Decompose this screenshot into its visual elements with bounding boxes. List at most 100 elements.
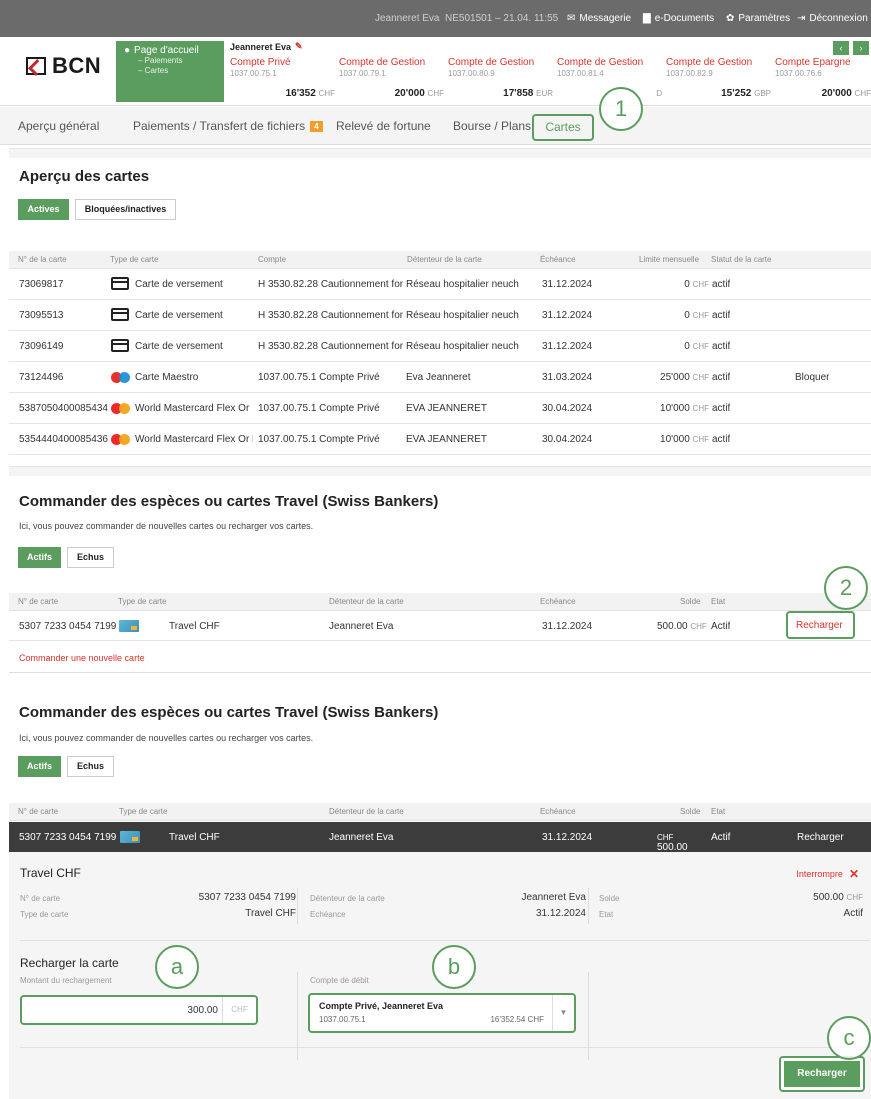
amount-currency: CHF: [222, 997, 256, 1023]
account-holder-name: Jeanneret Eva: [230, 41, 292, 52]
account-tile[interactable]: Compte de Gestion 1037.00.82.9 15'252 GB…: [666, 57, 771, 102]
pencil-icon[interactable]: ✎: [295, 41, 303, 52]
val-status: Actif: [843, 908, 863, 919]
tab-echus[interactable]: Echus: [67, 756, 114, 777]
home-sub-paiements[interactable]: – Paiements: [124, 56, 216, 66]
gear-icon: ✿: [726, 13, 735, 24]
tab-echus[interactable]: Echus: [67, 547, 114, 568]
account-tile[interactable]: Compte de Gestion 1037.00.80.9 17'858 EU…: [448, 57, 553, 102]
tab-actifs[interactable]: Actifs: [18, 547, 61, 568]
account-number: 1037.00.82.9: [666, 69, 713, 78]
callout-b: b: [432, 945, 476, 989]
amount-input[interactable]: 300.00 CHF: [20, 995, 258, 1025]
parametres-link[interactable]: ✿ Paramètres: [726, 13, 790, 24]
travel-section-subtitle: Ici, vous pouvez commander de nouvelles …: [19, 733, 314, 743]
separator: [297, 888, 298, 924]
card-account: H 3530.82.28 Cautionnement fon: [258, 341, 403, 352]
tab-releve-fortune[interactable]: Relevé de fortune: [336, 119, 431, 133]
account-tile[interactable]: Compte Epargne 1037.00.76.6 20'000 CHF: [775, 57, 871, 102]
tab-cartes[interactable]: Cartes: [532, 114, 594, 141]
deconnexion-link[interactable]: ⇥ Déconnexion: [797, 13, 868, 24]
table-row[interactable]: 73069817 Carte de versement H 3530.82.28 C…: [9, 269, 871, 300]
tab-actifs[interactable]: Actifs: [18, 756, 61, 777]
close-icon: ✕: [848, 867, 859, 881]
card-balance: 500.00 CHF: [657, 833, 688, 853]
card-type: Carte de versement: [135, 279, 223, 290]
recharge-button[interactable]: Recharger: [786, 611, 855, 639]
table-row[interactable]: 73095513 Carte de versement H 3530.82.28 C…: [9, 300, 871, 331]
selected-table-row[interactable]: 5307 7233 0454 7199 Travel CHF Jeanneret…: [9, 822, 871, 853]
card-number: 73124496: [19, 372, 64, 383]
card-type: Carte de versement: [135, 341, 223, 352]
col-header: Limite mensuelle: [639, 255, 700, 264]
tab-actives[interactable]: Actives: [18, 199, 69, 220]
table-row[interactable]: 5354440400085436 World Mastercard Flex Or…: [9, 424, 871, 455]
account-balance: 20'000 CHF: [394, 88, 444, 99]
table-row[interactable]: 73124496 Carte Maestro 1037.00.75.1 Compte…: [9, 362, 871, 393]
bcn-logo[interactable]: BCN: [26, 53, 101, 79]
edocuments-link[interactable]: ▇ e-Documents: [643, 13, 714, 24]
card-status: actif: [712, 403, 731, 414]
card-status: actif: [712, 434, 731, 445]
card-number: 5387050400085434: [19, 403, 108, 414]
section-separator: [9, 148, 871, 158]
col-header: Type de carte: [110, 255, 159, 264]
interrupt-button[interactable]: Interrompre ✕: [796, 867, 859, 881]
parametres-label: Paramètres: [738, 13, 791, 24]
lbl-due: Echéance: [310, 910, 346, 919]
table-row[interactable]: 5307 7233 0454 7199 Travel CHF Jeanneret…: [9, 611, 871, 641]
val-holder: Jeanneret Eva: [521, 892, 587, 903]
col-header: Compte: [258, 255, 287, 264]
table-row[interactable]: 5387050400085434 World Mastercard Flex Or…: [9, 393, 871, 424]
account-balance: D: [656, 89, 662, 98]
chevron-left-icon[interactable]: ‹: [833, 41, 849, 55]
home-sub-cartes[interactable]: – Cartes: [124, 66, 216, 76]
account-tile[interactable]: Compte de Gestion 1037.00.79.1 20'000 CH…: [339, 57, 444, 102]
account-name: Compte de Gestion: [557, 57, 644, 68]
account-name: Compte Privé: [230, 57, 291, 68]
travel-table-header: N° de carte Type de carte Détenteur de l…: [9, 803, 871, 821]
account-tile[interactable]: Compte Privé 1037.00.75.1 16'352 CHF: [230, 57, 335, 102]
debit-account-balance: 16'352.54 CHF: [490, 1015, 544, 1024]
maestro-icon: [111, 372, 131, 383]
card-limit: 0 CHF: [684, 279, 709, 290]
recharge-row-button[interactable]: Recharger: [797, 832, 844, 843]
recharge-submit-button[interactable]: Recharger: [779, 1056, 865, 1092]
card-status: actif: [712, 279, 731, 290]
chevron-right-icon[interactable]: ›: [853, 41, 869, 55]
home-tile[interactable]: ● Page d'accueil – Paiements – Cartes: [116, 41, 224, 102]
tab-bourse-plans[interactable]: Bourse / Plans: [453, 119, 531, 133]
card-icon: [111, 308, 129, 321]
tab-paiements[interactable]: Paiements / Transfert de fichiers 4: [133, 119, 323, 133]
detail-title: Travel CHF: [20, 866, 81, 880]
recharge-label: Recharger: [796, 620, 843, 631]
callout-a: a: [155, 945, 199, 989]
bcn-logo-icon: [26, 57, 46, 75]
col-header: N° de carte: [18, 597, 59, 606]
tab-bloquees[interactable]: Bloquées/inactives: [75, 199, 176, 220]
card-type: Travel CHF: [169, 832, 220, 843]
account-holder-label: Jeanneret Eva ✎: [230, 41, 303, 52]
account-name: Compte de Gestion: [448, 57, 535, 68]
messagerie-link[interactable]: ✉ Messagerie: [567, 13, 631, 24]
block-card-link[interactable]: Bloquer: [795, 372, 829, 383]
debit-account-select[interactable]: Compte Privé, Jeanneret Eva 1037.00.75.1…: [308, 993, 576, 1033]
divider: [20, 1047, 870, 1048]
order-new-card-link[interactable]: Commander une nouvelle carte: [19, 653, 145, 663]
card-number: 73069817: [19, 279, 64, 290]
travel-card-icon: [119, 620, 139, 632]
card-limit: 0 CHF: [684, 341, 709, 352]
document-icon: ▇: [643, 13, 651, 24]
tab-apercu-general[interactable]: Aperçu général: [18, 119, 99, 133]
session-info: NE501501 – 21.04. 11:55: [445, 13, 559, 24]
card-number: 73095513: [19, 310, 64, 321]
deconnexion-label: Déconnexion: [809, 13, 868, 24]
card-status: actif: [712, 341, 731, 352]
card-holder: EVA JEANNERET: [406, 403, 487, 414]
table-row[interactable]: 73096149 Carte de versement H 3530.82.28 C…: [9, 331, 871, 362]
col-header: Echéance: [540, 597, 576, 606]
col-header: Échéance: [540, 255, 576, 264]
col-header: Solde: [680, 807, 701, 816]
tab-paiements-label: Paiements / Transfert de fichiers: [133, 119, 306, 133]
recharge-title: Recharger la carte: [20, 956, 119, 970]
